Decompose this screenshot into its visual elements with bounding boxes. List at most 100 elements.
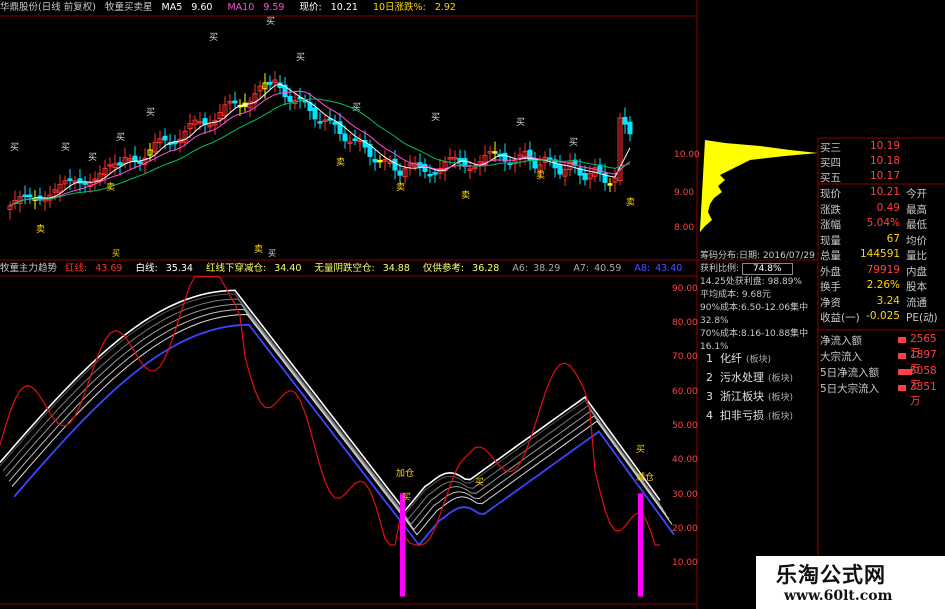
candle-body (82, 182, 88, 185)
flow-row: 大宗流入 1897万 (818, 349, 945, 375)
quote-value: 2.26% (866, 279, 900, 291)
ind-tick: 90.00 (672, 284, 698, 294)
watermark-url: www.60lt.com (784, 588, 893, 604)
quote-value: 3.24 (876, 294, 900, 307)
buy-marker: 买 (61, 142, 70, 153)
ask-5-row: 买五 10.17 (820, 170, 900, 184)
candle-body (627, 121, 633, 135)
candle-body (162, 135, 168, 141)
buy-marker: 买 (516, 117, 525, 128)
watermark: 乐淘公式网 www.60lt.com (756, 556, 945, 609)
sector-item-2[interactable]: 2 污水处理 (板块) (706, 369, 793, 385)
chip-profit: 获利比例: 74.8% (700, 263, 818, 276)
candle-body (137, 161, 143, 165)
quote-key: 换手 (820, 281, 841, 293)
buy-marker: 买 (352, 102, 361, 113)
candle-body (582, 172, 588, 181)
candle-body (342, 133, 348, 142)
buy-marker: 买 (569, 137, 578, 148)
ind-tick: 60.00 (672, 387, 698, 397)
quote-key2: 最低 (906, 219, 927, 231)
candle-body (312, 107, 318, 120)
chip-date: 筹码分布:日期: 2016/07/29 (700, 251, 815, 261)
quote-value: 0.49 (876, 201, 900, 214)
buy-marker: 买 (209, 32, 218, 43)
chip-avg-line: 平均成本: 9.68元 (700, 290, 771, 300)
indicator-lines (0, 276, 675, 597)
quote-key2: 今开 (906, 188, 927, 200)
sector-item-3[interactable]: 3 浙江板块 (板块) (706, 388, 793, 404)
candle-body (317, 121, 323, 124)
sell-marker: 卖 (461, 190, 470, 201)
candlesticks (7, 70, 633, 220)
chip-profit-line: 14.25处获利盘: 98.89% (700, 277, 802, 287)
candle-body (232, 100, 238, 104)
quote-key2: 最高 (906, 203, 927, 216)
price-tick: 8.00 (674, 223, 695, 233)
candle-body (117, 162, 123, 166)
buy-marker: 买 (431, 112, 440, 123)
flow-row: 净流入额 2565万 (818, 333, 945, 359)
flow-row: 5日大宗流入 3351万 (818, 381, 945, 407)
sell-marker: 卖 (536, 170, 545, 181)
candle-body (67, 178, 73, 181)
quote-row: 涨跌 0.49 最高 (818, 202, 945, 216)
quote-row: 现量 67 均价 (818, 233, 945, 247)
sell-marker: 卖 (626, 197, 635, 208)
flow-key: 5日净流入额 (820, 367, 880, 379)
sector-item-4[interactable]: 4 扣非亏损 (板块) (706, 407, 793, 423)
ind-tick: 20.00 (672, 524, 698, 534)
small-buy-marker: 买 (112, 249, 120, 258)
ind-tick: 30.00 (672, 490, 698, 500)
candle-body (372, 158, 378, 163)
moving-averages (9, 83, 631, 207)
ind-tick: 70.00 (672, 352, 698, 362)
buy-marker: 买 (10, 142, 19, 153)
chip-c90-line: 90%成本:6.50-12.06集中32.8% (700, 303, 809, 326)
candle-body (492, 151, 498, 154)
chip-distribution (700, 140, 818, 232)
quote-key: 现价 (820, 188, 841, 200)
chip-info: 筹码分布:日期: 2016/07/29 获利比例: 74.8% 14.25处获利… (700, 250, 818, 354)
watermark-title: 乐淘公式网 (776, 562, 886, 587)
price-tick: 10.00 (674, 150, 700, 160)
sell-marker: 卖 (396, 182, 405, 193)
buy-marker: 买 (116, 132, 125, 143)
position-bar (638, 493, 643, 597)
small-buy-marker: 买 (636, 444, 645, 455)
candle-body (352, 138, 358, 141)
quote-row: 净资 3.24 流通 (818, 295, 945, 309)
sector-item-1[interactable]: 1 化纤 (板块) (706, 350, 771, 366)
candle-body (607, 183, 613, 186)
quote-key: 收益(一) (820, 312, 860, 324)
candle-body (622, 116, 628, 125)
candle-body (287, 96, 293, 102)
quote-key: 现量 (820, 234, 841, 247)
quote-key2: 量比 (906, 250, 927, 262)
candle-body (27, 194, 33, 198)
ask-4-row: 买四 10.18 (820, 155, 900, 169)
position-bar (400, 493, 405, 597)
quote-row: 现价 10.21 今开 (818, 186, 945, 200)
flow-key: 5日大宗流入 (820, 383, 880, 395)
flow-row: 5日净流入额 5058万 (818, 365, 945, 391)
candle-body (392, 158, 398, 171)
candle-body (332, 121, 338, 125)
flow-key: 净流入额 (820, 335, 862, 347)
candle-body (267, 81, 273, 85)
candle-body (22, 194, 28, 198)
ind-tick: 40.00 (672, 455, 698, 465)
quote-value: 5.04% (866, 217, 900, 229)
quote-value: 67 (886, 232, 900, 245)
ma10-line (9, 90, 631, 207)
ribbon-line (2, 298, 664, 520)
sell-marker: 卖 (254, 244, 263, 255)
flow-key: 大宗流入 (820, 351, 862, 363)
buy-marker: 买 (88, 152, 97, 163)
quote-key: 净资 (820, 296, 841, 309)
small-buy-marker: 买 (475, 477, 484, 488)
quote-row: 换手 2.26% 股本 (818, 279, 945, 293)
candle-body (427, 173, 433, 177)
small-buy-marker: 买 (268, 249, 276, 258)
quote-row: 涨幅 5.04% 最低 (818, 217, 945, 231)
